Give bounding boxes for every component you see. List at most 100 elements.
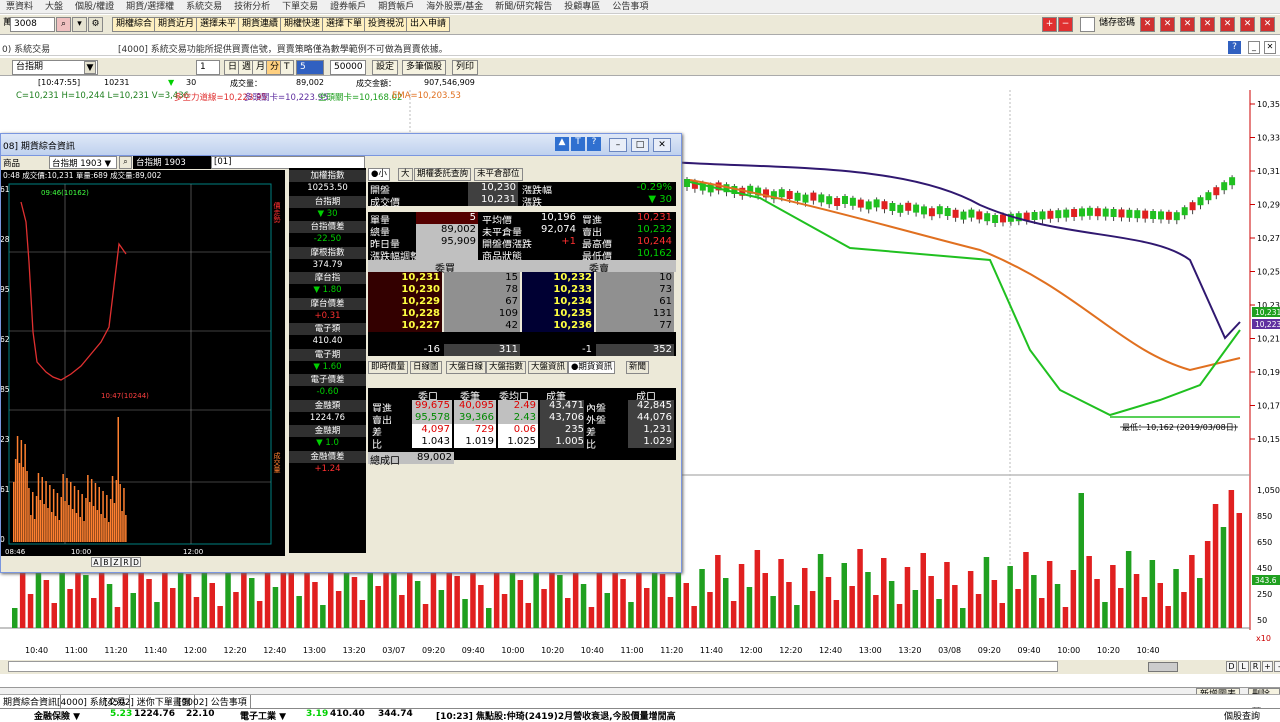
zoom-x10[interactable]: x10 <box>1256 634 1271 643</box>
settings-button[interactable]: 設定 <box>372 60 399 75</box>
mini-button-2[interactable]: Z <box>111 557 121 567</box>
toolbar-button-4[interactable]: 期權快速 <box>280 17 325 32</box>
menu-item-4[interactable]: 系統交易 <box>180 0 228 14</box>
plus-icon[interactable]: + <box>1042 17 1057 32</box>
chevron-down-icon[interactable]: ▼ <box>84 61 96 74</box>
volume-bar <box>691 606 697 628</box>
zoom-tag-2[interactable]: R <box>1250 661 1261 672</box>
menu-item-12[interactable]: 公告事項 <box>606 0 654 14</box>
quote-tab-2[interactable]: 期權委託查詢 <box>414 168 472 181</box>
tick-button[interactable]: T <box>280 60 294 75</box>
quote-tab-3[interactable]: 未平倉部位 <box>474 168 523 181</box>
toolbar-button-6[interactable]: 投資視況 <box>364 17 409 32</box>
info-tab-2[interactable]: 大盤日線 <box>446 361 487 374</box>
candle <box>818 194 825 203</box>
toolbar-button-3[interactable]: 期貨連續 <box>238 17 283 32</box>
ticker-news[interactable]: [10:23] 焦點股:仲琦(2419)2月營收衰退,今股價量增閒高 <box>436 709 676 722</box>
zoom-tag-0[interactable]: D <box>1226 661 1237 672</box>
search-icon[interactable]: ⌕ <box>56 17 71 32</box>
menu-item-1[interactable]: 大盤 <box>39 0 69 14</box>
zoom-tag-4[interactable]: - <box>1274 661 1280 672</box>
toolbar-button-5[interactable]: 選擇下單 <box>322 17 367 32</box>
quote-tab-0[interactable]: ●小 <box>368 168 390 181</box>
symbol-select[interactable]: 台指期 1903 ▼ <box>49 156 117 169</box>
scroll-track[interactable] <box>8 661 1058 672</box>
candle <box>1079 208 1085 217</box>
menu-item-6[interactable]: 下單交易 <box>276 0 324 14</box>
help-icon[interactable]: ? <box>1228 41 1241 54</box>
help-icon[interactable]: ? <box>587 137 601 151</box>
period-num-input[interactable]: 1 <box>196 60 220 75</box>
up-arrow-icon[interactable]: ▲ <box>555 137 569 151</box>
dropdown-icon[interactable]: ▾ <box>72 17 87 32</box>
menu-item-7[interactable]: 證券帳戶 <box>324 0 372 14</box>
print-button[interactable]: 列印 <box>452 60 479 75</box>
mini-volume-bar <box>68 505 70 542</box>
zoom-slider[interactable] <box>1148 662 1178 672</box>
mini-intraday-chart[interactable]: 61 28 95 62 85 23 61 0 09:46(10162) 10:47(10244) 0… <box>1 182 285 557</box>
menu-item-9[interactable]: 海外股票/基金 <box>420 0 489 14</box>
stat-cell-1-4: 43,706 <box>540 412 586 424</box>
q1-value2-0: -0.29% <box>636 182 672 193</box>
quote-tab-1[interactable]: 大 <box>398 168 413 181</box>
stat-cell-3-0: 比 <box>370 436 408 451</box>
mini-button-0[interactable]: A <box>91 557 101 567</box>
mini-volume-bar <box>121 511 123 542</box>
text-icon[interactable]: T <box>571 137 585 151</box>
close-icon-4[interactable]: ✕ <box>1200 17 1215 32</box>
toolbar-button-7[interactable]: 出入申請 <box>406 17 451 32</box>
menu-item-5[interactable]: 技術分析 <box>228 0 276 14</box>
mini-button-4[interactable]: D <box>131 557 141 567</box>
info-tab-3[interactable]: 大盤指數 <box>486 361 527 374</box>
info-tab-0[interactable]: 即時價量 <box>368 361 409 374</box>
toolbar-button-0[interactable]: 期權綜合 <box>112 17 157 32</box>
search-icon[interactable]: ⌕ <box>119 156 132 169</box>
stat-cell-2-1: 4,097 <box>412 424 452 436</box>
q2-label2-3: 商品狀態 <box>482 252 522 263</box>
multi-stock-button[interactable]: 多筆個股 <box>402 60 447 75</box>
info-tab-1[interactable]: 日線圖 <box>410 361 442 374</box>
mini-button-1[interactable]: B <box>101 557 111 567</box>
menu-item-0[interactable]: 票資料 <box>0 0 39 14</box>
close-icon-3[interactable]: ✕ <box>1180 17 1195 32</box>
dialog-titlebar[interactable]: 08] 期貨綜合資訊 ▲ T ? – □ ✕ <box>1 134 681 156</box>
volume-bar <box>351 577 358 628</box>
close-icon-1[interactable]: ✕ <box>1140 17 1155 32</box>
stock-query-button[interactable]: 個股查詢 <box>1224 709 1260 722</box>
close-icon[interactable]: ✕ <box>653 138 671 152</box>
info-tab-6[interactable]: 新聞 <box>626 361 650 374</box>
info-tab-4[interactable]: 大盤資訊 <box>528 361 569 374</box>
minus-icon[interactable]: − <box>1058 17 1073 32</box>
candle <box>1039 211 1046 220</box>
close-icon-7[interactable]: ✕ <box>1260 17 1275 32</box>
count-input[interactable]: 50000 <box>330 60 366 75</box>
close-icon-5[interactable]: ✕ <box>1220 17 1235 32</box>
minute-select[interactable]: 5 <box>296 60 324 75</box>
save-password-checkbox[interactable] <box>1080 17 1095 32</box>
zoom-tag-3[interactable]: + <box>1262 661 1273 672</box>
time-scrollbar[interactable]: DLR+- <box>0 660 1280 674</box>
toolbar-button-1[interactable]: 期貨近月 <box>154 17 199 32</box>
task-tab-3[interactable]: [9002] 公告事項 <box>175 695 251 708</box>
minimize-icon[interactable]: – <box>609 138 627 152</box>
code-input[interactable]: 3008 <box>10 17 55 32</box>
mid-label-5: 摩台價差 <box>289 297 366 310</box>
info-tab-5[interactable]: ●期貨資訊 <box>568 361 616 374</box>
menu-item-11[interactable]: 投顧專區 <box>558 0 606 14</box>
maximize-icon[interactable]: □ <box>631 138 649 152</box>
menu-item-10[interactable]: 新聞/研究報告 <box>489 0 558 14</box>
volume-bar <box>130 593 136 628</box>
task-tab-0[interactable]: 期貨綜合資訊 <box>0 695 62 708</box>
mini-button-3[interactable]: R <box>121 557 131 567</box>
close-icon-2[interactable]: ✕ <box>1160 17 1175 32</box>
menu-item-3[interactable]: 期貨/選擇權 <box>120 0 180 14</box>
zoom-tag-1[interactable]: L <box>1238 661 1249 672</box>
close-icon-6[interactable]: ✕ <box>1240 17 1255 32</box>
settings-icon[interactable]: ⚙ <box>88 17 103 32</box>
minimize-icon[interactable]: _ <box>1248 41 1260 54</box>
menu-item-8[interactable]: 期貨帳戶 <box>372 0 420 14</box>
close-icon[interactable]: ✕ <box>1264 41 1276 54</box>
menu-item-2[interactable]: 個股/權證 <box>69 0 120 14</box>
toolbar-button-2[interactable]: 選擇未平 <box>196 17 241 32</box>
candle <box>1158 211 1164 220</box>
